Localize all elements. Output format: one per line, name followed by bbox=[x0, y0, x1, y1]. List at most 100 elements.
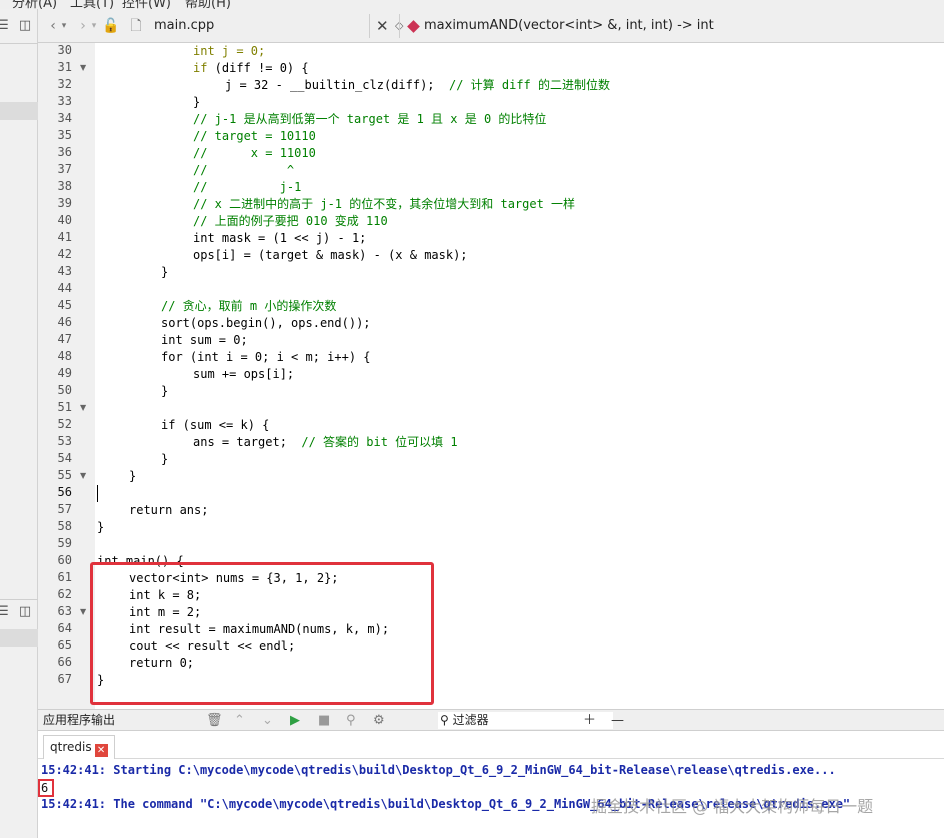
selected-open-document[interactable] bbox=[0, 629, 38, 647]
editor-toolbar: ‹ ▾ › ▾ 🔓 🗋 main.cpp ◇ ✕ maximumAND(vect… bbox=[38, 9, 944, 43]
current-symbol-selector[interactable]: maximumAND(vector<int> &, int, int) -> i… bbox=[424, 9, 714, 43]
line-number: 65 bbox=[57, 638, 72, 652]
output-console[interactable]: 15:42:41: Starting C:\mycode\mycode\qtre… bbox=[38, 759, 944, 838]
code-line: if (diff != 0) { bbox=[97, 60, 309, 77]
code-comment: // 答案的 bit 位可以填 1 bbox=[301, 435, 458, 449]
line-number: 66 bbox=[57, 655, 72, 669]
output-tab-qtredis[interactable]: qtredis ✕ bbox=[43, 735, 115, 759]
function-symbol-icon bbox=[407, 20, 420, 33]
code-line: int sum = 0; bbox=[161, 333, 248, 347]
line-number: 39 bbox=[57, 196, 72, 210]
panel-divider bbox=[0, 599, 38, 600]
code-text: j = 32 - __builtin_clz(diff); bbox=[225, 78, 435, 92]
menu-controls[interactable]: 控件(W) bbox=[122, 0, 171, 9]
line-number: 46 bbox=[57, 315, 72, 329]
line-number: 35 bbox=[57, 128, 72, 142]
menu-tools[interactable]: 工具(T) bbox=[70, 0, 114, 9]
line-number: 44 bbox=[57, 281, 72, 295]
settings-gear-icon[interactable]: ⚙ bbox=[373, 710, 385, 731]
code-line: sum += ops[i]; bbox=[193, 367, 295, 381]
panel-menu-icon[interactable]: ☰ bbox=[0, 15, 14, 37]
text-cursor bbox=[97, 485, 98, 502]
toolbar-divider bbox=[399, 14, 400, 38]
line-number: 45 bbox=[57, 298, 72, 312]
current-line-number: 56 bbox=[57, 485, 72, 499]
output-tab-label: qtredis bbox=[50, 740, 92, 754]
line-number: 58 bbox=[57, 519, 72, 533]
open-file-name[interactable]: main.cpp bbox=[154, 9, 214, 43]
menu-analyze[interactable]: 分析(A) bbox=[12, 0, 57, 9]
lock-icon: 🔓 bbox=[102, 18, 120, 34]
code-comment: // 上面的例子要把 010 变成 110 bbox=[193, 214, 388, 228]
next-item-icon[interactable]: ⌄ bbox=[262, 710, 273, 731]
fold-marker-icon[interactable]: ▼ bbox=[80, 471, 86, 480]
code-line: } bbox=[193, 95, 201, 109]
close-document-icon[interactable]: ✕ bbox=[376, 9, 389, 43]
line-number: 38 bbox=[57, 179, 72, 193]
back-history-dropdown-icon[interactable]: ▾ bbox=[59, 9, 69, 43]
code-line: } bbox=[97, 520, 105, 534]
clear-output-icon[interactable]: 🗑 bbox=[206, 710, 223, 731]
line-number: 34 bbox=[57, 111, 72, 125]
keyword: if bbox=[193, 61, 208, 75]
code-line: int j = 0; bbox=[97, 43, 265, 60]
minimize-icon[interactable]: — bbox=[611, 710, 624, 731]
output-panel-header: 应用程序输出 🗑 ⌃ ⌄ ▶ ■ ⚲ ⚙ ⚲ 过滤器 ＋ — bbox=[38, 709, 944, 731]
previous-item-icon[interactable]: ⌃ bbox=[234, 710, 245, 731]
line-number: 53 bbox=[57, 434, 72, 448]
line-number: 30 bbox=[57, 43, 72, 57]
code-line: for (int i = 0; i < m; i++) { bbox=[161, 350, 371, 364]
code-line: ops[i] = (target & mask) - (x & mask); bbox=[193, 248, 468, 262]
line-number: 55 bbox=[57, 468, 72, 482]
menu-help[interactable]: 帮助(H) bbox=[185, 0, 231, 9]
code-text: (diff != 0) { bbox=[207, 61, 309, 75]
code-comment: // 计算 diff 的二进制位数 bbox=[448, 78, 610, 92]
line-number: 33 bbox=[57, 94, 72, 108]
code-line: return ans; bbox=[129, 503, 209, 517]
toolbar-divider bbox=[369, 14, 370, 38]
code-comment: // x = 11010 bbox=[193, 146, 316, 160]
split-panel-icon[interactable]: ◫ bbox=[14, 15, 36, 37]
main-function-highlight-box bbox=[90, 562, 434, 705]
code-line: if (sum <= k) { bbox=[161, 418, 270, 432]
line-number: 57 bbox=[57, 502, 72, 516]
stop-icon[interactable]: ■ bbox=[318, 710, 330, 731]
fold-marker-icon[interactable]: ▼ bbox=[80, 63, 86, 72]
code-line: } bbox=[161, 265, 169, 279]
close-tab-icon[interactable]: ✕ bbox=[94, 744, 108, 757]
line-number: 59 bbox=[57, 536, 72, 550]
code-comment: // ^ bbox=[193, 163, 295, 177]
forward-history-dropdown-icon[interactable]: ▾ bbox=[89, 9, 99, 43]
line-number: 67 bbox=[57, 672, 72, 686]
selected-project-item[interactable] bbox=[0, 102, 38, 120]
line-number: 31 bbox=[57, 60, 72, 74]
line-number: 51 bbox=[57, 400, 72, 414]
line-number: 61 bbox=[57, 570, 72, 584]
code-comment: // x 二进制中的高于 j-1 的位不变，其余位增大到和 target 一样 bbox=[193, 197, 576, 211]
line-number: 42 bbox=[57, 247, 72, 261]
code-comment: // 贪心，取前 m 小的操作次数 bbox=[161, 299, 337, 313]
line-number: 62 bbox=[57, 587, 72, 601]
line-number: 43 bbox=[57, 264, 72, 278]
line-number: 64 bbox=[57, 621, 72, 635]
fold-marker-icon[interactable]: ▼ bbox=[80, 403, 86, 412]
add-icon[interactable]: ＋ bbox=[583, 710, 596, 731]
split-panel-icon[interactable]: ◫ bbox=[14, 601, 36, 623]
code-comment: // target = 10110 bbox=[193, 129, 316, 143]
output-line-result: 6 bbox=[41, 781, 49, 795]
attach-debugger-icon[interactable]: ⚲ bbox=[346, 710, 356, 731]
line-number: 32 bbox=[57, 77, 72, 91]
code-line: } bbox=[129, 469, 137, 483]
line-number: 36 bbox=[57, 145, 72, 159]
run-icon[interactable]: ▶ bbox=[290, 710, 300, 731]
fold-marker-icon[interactable]: ▼ bbox=[80, 607, 86, 616]
line-number: 50 bbox=[57, 383, 72, 397]
line-number: 63 bbox=[57, 604, 72, 618]
code-line: ans = target; // 答案的 bit 位可以填 1 bbox=[97, 434, 458, 451]
panel-menu-icon[interactable]: ☰ bbox=[0, 601, 14, 623]
code-text: int j = 0; bbox=[193, 44, 266, 58]
line-number: 54 bbox=[57, 451, 72, 465]
line-number: 52 bbox=[57, 417, 72, 431]
code-line: } bbox=[161, 452, 169, 466]
filter-placeholder: 过滤器 bbox=[452, 713, 489, 727]
